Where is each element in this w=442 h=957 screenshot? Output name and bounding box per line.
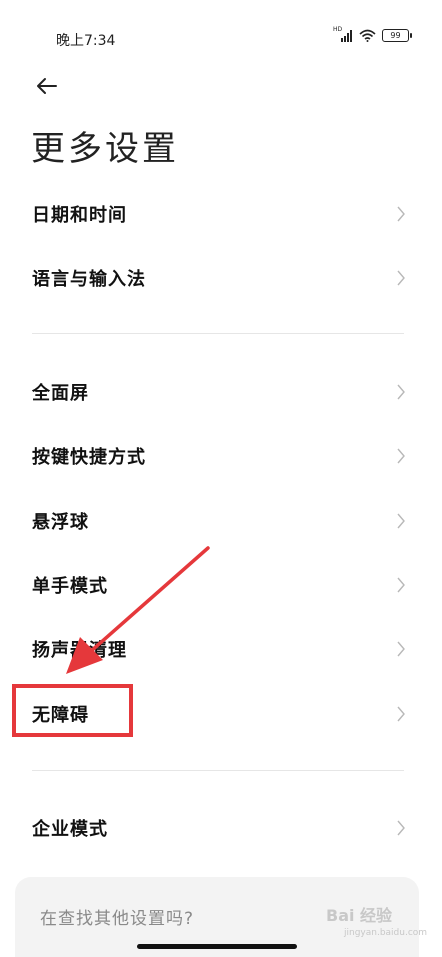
settings-item-label: 全面屏: [32, 383, 89, 404]
settings-item-button-shortcuts[interactable]: 按键快捷方式: [0, 426, 442, 486]
chevron-right-icon: [397, 577, 405, 593]
home-indicator[interactable]: [137, 944, 297, 949]
settings-item-label: 企业模式: [32, 819, 108, 840]
signal-hd-label: HD: [333, 26, 343, 33]
annotation-highlight-box: [12, 684, 133, 737]
chevron-right-icon: [397, 206, 405, 222]
status-icons: HD 99: [333, 26, 412, 42]
settings-item-floating-ball[interactable]: 悬浮球: [0, 491, 442, 551]
chevron-right-icon: [397, 448, 405, 464]
settings-item-fullscreen[interactable]: 全面屏: [0, 362, 442, 422]
signal-icon: HD: [333, 26, 353, 42]
section-divider: [32, 333, 404, 334]
search-suggestion-text: 在查找其他设置吗?: [40, 909, 195, 929]
settings-item-speaker-cleaning[interactable]: 扬声器清理: [0, 619, 442, 679]
chevron-right-icon: [397, 513, 405, 529]
settings-item-enterprise-mode[interactable]: 企业模式: [0, 798, 442, 858]
settings-item-label: 扬声器清理: [32, 640, 127, 661]
wifi-icon: [359, 29, 376, 42]
chevron-right-icon: [397, 706, 405, 722]
settings-item-label: 单手模式: [32, 576, 108, 597]
chevron-right-icon: [397, 270, 405, 286]
settings-item-label: 日期和时间: [32, 205, 127, 226]
battery-icon: 99: [382, 28, 412, 42]
back-button[interactable]: [30, 70, 66, 102]
chevron-right-icon: [397, 820, 405, 836]
settings-item-label: 按键快捷方式: [32, 447, 146, 468]
status-bar: 晚上7:34 HD 99: [0, 0, 442, 70]
status-time: 晚上7:34: [56, 33, 116, 49]
back-arrow-icon: [37, 78, 57, 94]
watermark-url: jingyan.baidu.com: [344, 928, 428, 938]
settings-item-label: 悬浮球: [32, 512, 89, 533]
section-divider: [32, 770, 404, 771]
chevron-right-icon: [397, 384, 405, 400]
settings-item-language-input[interactable]: 语言与输入法: [0, 248, 442, 308]
chevron-right-icon: [397, 641, 405, 657]
settings-item-label: 语言与输入法: [32, 269, 146, 290]
watermark-logo: Bai 经验: [326, 906, 393, 925]
settings-item-date-time[interactable]: 日期和时间: [0, 184, 442, 244]
page-title: 更多设置: [31, 129, 179, 169]
settings-item-one-handed-mode[interactable]: 单手模式: [0, 555, 442, 615]
